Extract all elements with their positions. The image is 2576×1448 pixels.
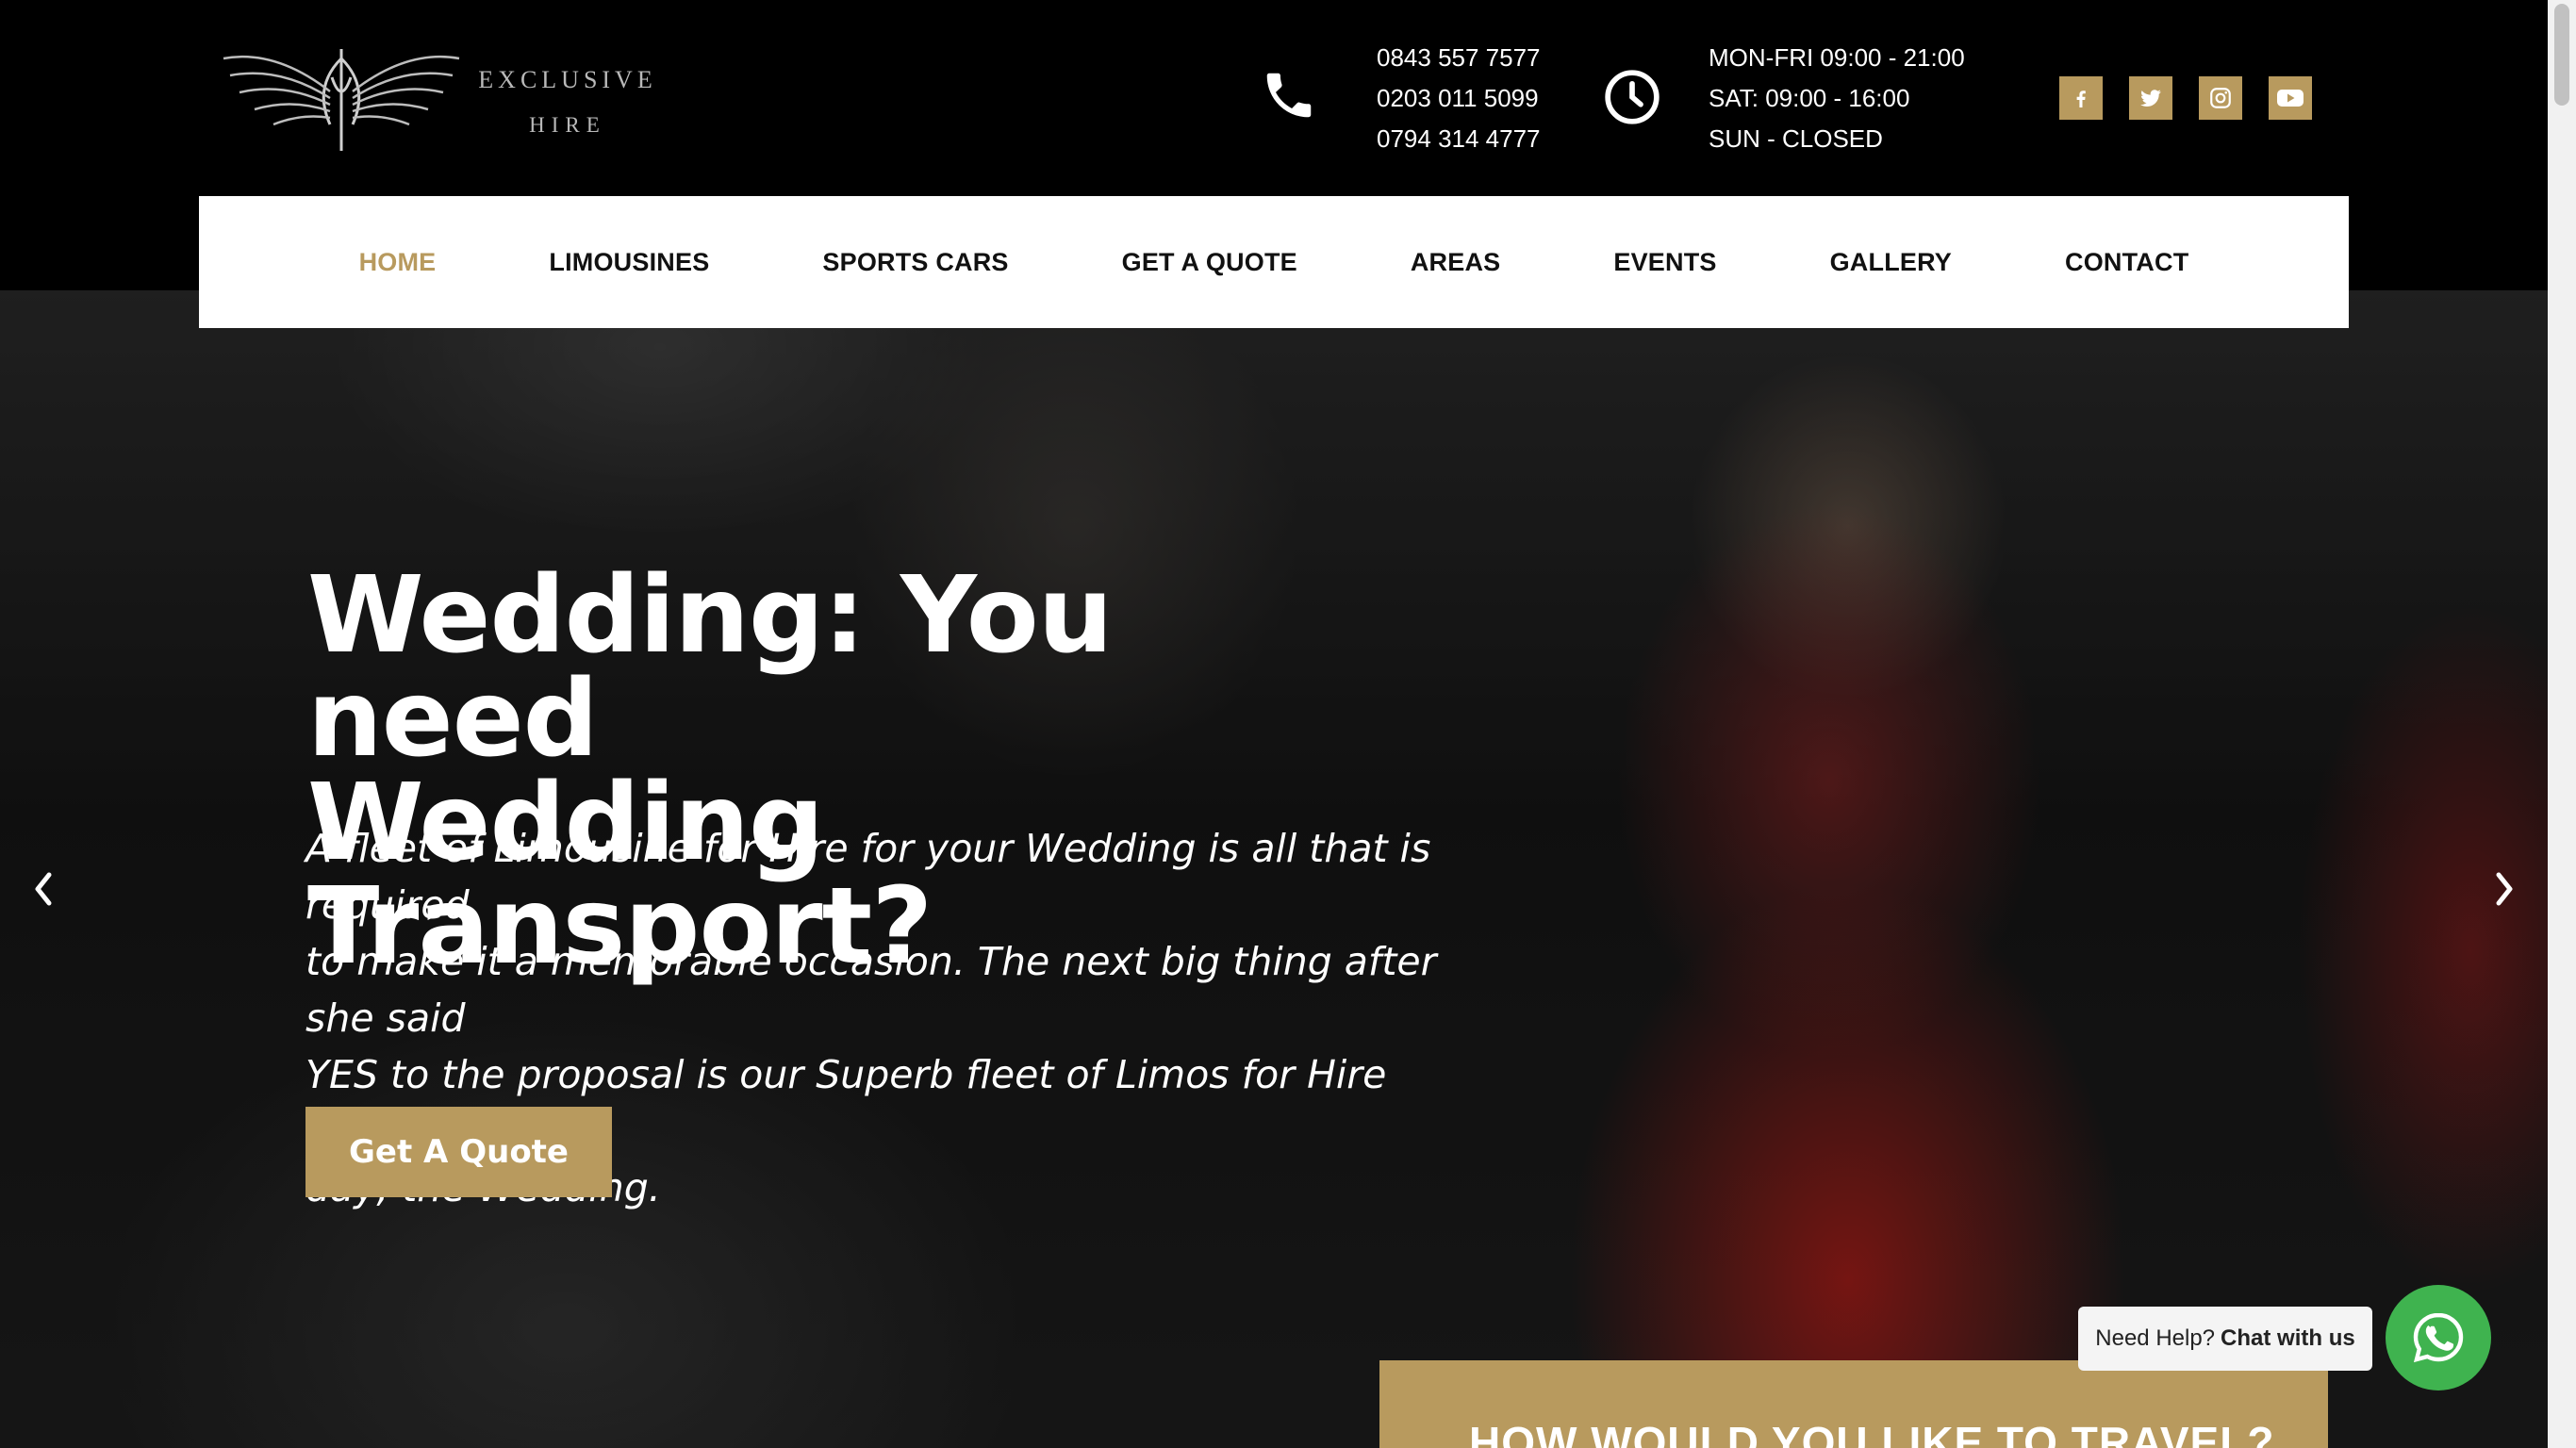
travel-heading: HOW WOULD YOU LIKE TO TRAVEL? (1469, 1418, 2275, 1448)
brand-line-2: HIRE (529, 113, 606, 137)
chat-prompt-bubble[interactable]: Need Help? Chat with us (2078, 1307, 2372, 1371)
nav-home[interactable]: HOME (359, 248, 437, 277)
hero-slider: Wedding: You need Wedding Transport? A f… (0, 290, 2548, 1448)
wings-emblem-icon (223, 49, 460, 151)
nav-gallery[interactable]: GALLERY (1830, 248, 1952, 277)
opening-hours: MON-FRI 09:00 - 21:00 SAT: 09:00 - 16:00… (1709, 38, 1965, 159)
nav-get-a-quote[interactable]: GET A QUOTE (1122, 248, 1297, 277)
phone-number-2[interactable]: 0203 011 5099 (1377, 78, 1541, 119)
nav-areas[interactable]: AREAS (1411, 248, 1501, 277)
chevron-left-icon[interactable] (15, 856, 72, 922)
social-links (2059, 76, 2312, 120)
phone-number-1[interactable]: 0843 557 7577 (1377, 38, 1541, 78)
instagram-icon[interactable] (2199, 76, 2242, 120)
brand-name: EXCLUSIVE HIRE (478, 66, 657, 138)
chat-prompt-text: Need Help? (2095, 1325, 2216, 1351)
travel-options-panel: HOW WOULD YOU LIKE TO TRAVEL? (1379, 1360, 2328, 1448)
hours-sunday: SUN - CLOSED (1709, 124, 1883, 153)
clock-icon (1605, 70, 1660, 124)
nav-events[interactable]: EVENTS (1613, 248, 1716, 277)
whatsapp-icon (2413, 1312, 2464, 1363)
phone-number-3[interactable]: 0794 314 4777 (1377, 119, 1541, 159)
hero-text-line-1: A fleet of Limousine for Hire for your W… (305, 826, 1431, 928)
facebook-icon[interactable] (2059, 76, 2103, 120)
main-navigation: HOME LIMOUSINES SPORTS CARS GET A QUOTE … (199, 196, 2349, 328)
twitter-icon[interactable] (2129, 76, 2172, 120)
phone-numbers: 0843 557 7577 0203 011 5099 0794 314 477… (1377, 38, 1541, 159)
nav-limousines[interactable]: LIMOUSINES (549, 248, 709, 277)
phone-icon (1266, 73, 1312, 118)
scrollbar-thumb[interactable] (2554, 4, 2569, 106)
nav-sports-cars[interactable]: SPORTS CARS (822, 248, 1008, 277)
nav-contact[interactable]: CONTACT (2065, 248, 2188, 277)
hours-weekday: MON-FRI 09:00 - 21:00 (1709, 43, 1965, 72)
get-a-quote-button[interactable]: Get A Quote (305, 1107, 612, 1197)
page-scrollbar[interactable] (2548, 0, 2576, 1448)
hours-saturday: SAT: 09:00 - 16:00 (1709, 84, 1910, 112)
chevron-right-icon[interactable] (2476, 856, 2533, 922)
brand-logo[interactable]: EXCLUSIVE HIRE (219, 40, 652, 162)
brand-line-1: EXCLUSIVE (478, 66, 657, 93)
chat-action-text: Chat with us (2221, 1325, 2355, 1351)
youtube-icon[interactable] (2269, 76, 2312, 120)
hero-text-line-2: to make it a memorable occasion. The nex… (305, 939, 1437, 1041)
whatsapp-chat-button[interactable] (2386, 1285, 2491, 1390)
hero-title-line-1: Wedding: You need (307, 554, 1113, 781)
